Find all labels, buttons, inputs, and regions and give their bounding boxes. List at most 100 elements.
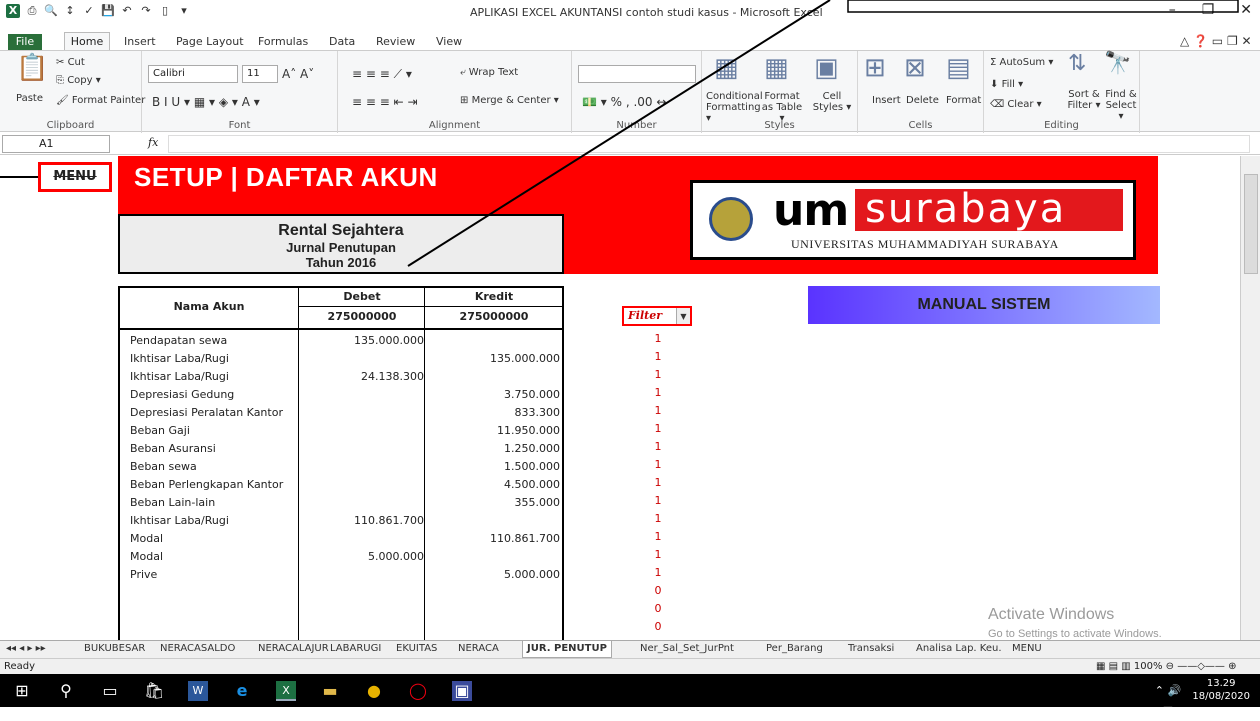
find-icon[interactable]: 🔭 [1104, 51, 1131, 76]
store-icon[interactable]: 🛍 [144, 681, 164, 701]
filter-dropdown[interactable]: Filter ▼ [622, 306, 692, 326]
maximize-button[interactable]: ❐ [1202, 2, 1215, 18]
table-row[interactable]: Depresiasi Gedung 3.750.000 [120, 386, 562, 404]
tab-home[interactable]: Home [64, 32, 110, 50]
account-name-cell[interactable]: Depresiasi Gedung [130, 386, 234, 404]
account-name-cell[interactable]: Beban sewa [130, 458, 197, 476]
table-row[interactable]: Depresiasi Peralatan Kantor 833.300 [120, 404, 562, 422]
kredit-cell[interactable]: 355.000 [426, 494, 561, 512]
kredit-cell[interactable]: 1.250.000 [426, 440, 560, 458]
paste-button[interactable]: Paste [16, 93, 43, 104]
cut-button[interactable]: ✂ Cut [56, 57, 85, 68]
scrollbar-thumb[interactable] [1244, 174, 1258, 274]
paste-icon[interactable]: 📋 [16, 53, 48, 83]
table-row[interactable]: Ikhtisar Laba/Rugi 135.000.000 [120, 350, 562, 368]
debet-cell[interactable] [300, 494, 424, 512]
kredit-cell[interactable] [426, 602, 560, 620]
currency-icon[interactable]: 💵 ▾ % , .00 ↔ [582, 95, 666, 109]
grow-font-icon[interactable]: A˄ A˅ [282, 67, 314, 81]
format-as-table-icon[interactable]: ▦ [764, 53, 789, 83]
number-format-select[interactable] [578, 65, 696, 83]
print-icon[interactable]: ⎙ [25, 4, 39, 18]
kredit-cell[interactable] [426, 368, 560, 386]
filter-flag-cell[interactable]: 0 [638, 600, 678, 618]
kredit-cell[interactable]: 135.000.000 [426, 350, 560, 368]
sheet-tab[interactable]: Ner_Sal_Set_JurPnt [640, 643, 734, 654]
formula-input[interactable] [168, 135, 1250, 153]
debet-cell[interactable] [300, 602, 424, 620]
table-row[interactable]: Beban Perlengkapan Kantor 4.500.000 [120, 476, 562, 494]
kredit-cell[interactable]: 3.750.000 [426, 386, 560, 404]
kredit-cell[interactable]: 5.000.000 [426, 566, 560, 584]
debet-cell[interactable] [300, 584, 424, 602]
manual-sistem-button[interactable]: MANUAL SISTEM [808, 286, 1160, 324]
format-painter-button[interactable]: 🖌 Format Painter [56, 95, 145, 106]
kredit-cell[interactable]: 11.950.000 [426, 422, 560, 440]
kredit-cell[interactable]: 1.500.000 [426, 458, 560, 476]
minimize-button[interactable]: – [1169, 2, 1176, 18]
kredit-cell[interactable]: 833.300 [426, 404, 561, 422]
windows-start-icon[interactable]: ⊞ [12, 681, 32, 701]
task-view-icon[interactable]: ▭ [100, 681, 120, 701]
filter-flag-cell[interactable]: 0 [638, 582, 678, 600]
save-icon[interactable]: 💾 [101, 4, 115, 18]
account-name-cell[interactable]: Pendapatan sewa [130, 332, 227, 350]
debet-cell[interactable]: 5.000.000 [300, 548, 424, 566]
sheet-tab[interactable]: BUKUBESAR [84, 643, 145, 654]
tab-formulas[interactable]: Formulas [258, 35, 308, 48]
format-cells-icon[interactable]: ▤ [946, 53, 971, 83]
filter-flag-cell[interactable]: 1 [638, 366, 678, 384]
insert-function-icon[interactable]: fx [148, 136, 158, 149]
font-name-select[interactable]: Calibri [148, 65, 238, 83]
spelling-icon[interactable]: ✓ [82, 4, 96, 18]
system-tray-icons[interactable]: ⌃ 🔊 ▤ [1148, 681, 1188, 717]
filter-flag-cell[interactable]: 1 [638, 492, 678, 510]
debet-cell[interactable] [300, 386, 424, 404]
bold-italic-underline-buttons[interactable]: B I U ▾ ▦ ▾ ◈ ▾ A ▾ [152, 95, 260, 109]
filter-flag-cell[interactable]: 1 [638, 438, 678, 456]
filter-flag-cell[interactable]: 1 [638, 510, 678, 528]
excel-app-icon[interactable]: X [6, 4, 20, 18]
tab-data[interactable]: Data [329, 35, 355, 48]
table-row[interactable] [120, 584, 562, 602]
format-button[interactable]: Format [946, 95, 981, 106]
excel-taskbar-icon[interactable]: X [276, 681, 296, 701]
word-icon[interactable]: W [188, 681, 208, 701]
debet-cell[interactable] [300, 620, 424, 638]
sheet-tab[interactable]: NERACA [458, 643, 499, 654]
align-top-icon[interactable]: ≡ ≡ ≡ ⟋ ▾ [352, 67, 412, 82]
sheet-tab[interactable]: Analisa Lap. Keu. [916, 643, 1002, 654]
debet-cell[interactable] [300, 422, 424, 440]
fill-button[interactable]: ⬇ Fill ▾ [990, 79, 1023, 90]
debet-cell[interactable] [300, 350, 424, 368]
filter-flag-cell[interactable]: 1 [638, 546, 678, 564]
clear-button[interactable]: ⌫ Clear ▾ [990, 99, 1042, 110]
sheet-tab[interactable]: MENU [1012, 643, 1042, 654]
table-row[interactable]: Beban Lain-lain 355.000 [120, 494, 562, 512]
worksheet-area[interactable]: MENU SETUP | DAFTAR AKUN um surabaya UNI… [0, 156, 1240, 640]
account-name-cell[interactable]: Modal [130, 530, 163, 548]
filter-flag-cell[interactable]: 1 [638, 348, 678, 366]
debet-cell[interactable] [300, 458, 424, 476]
kredit-cell[interactable] [426, 548, 560, 566]
vertical-scrollbar[interactable] [1240, 156, 1260, 640]
search-icon[interactable]: ⚲ [56, 681, 76, 701]
account-name-cell[interactable]: Depresiasi Peralatan Kantor [130, 404, 283, 422]
find-select-button[interactable]: Find & Select ▾ [1102, 89, 1140, 122]
debet-cell[interactable] [300, 566, 424, 584]
kredit-cell[interactable] [426, 620, 560, 638]
file-explorer-icon[interactable]: ▬ [320, 681, 340, 701]
table-row[interactable]: Beban Asuransi 1.250.000 [120, 440, 562, 458]
sort-icon[interactable]: ↕ [63, 4, 77, 18]
filter-flag-cell[interactable]: 1 [638, 456, 678, 474]
table-row[interactable]: Modal 110.861.700 [120, 530, 562, 548]
chevron-down-icon[interactable]: ▼ [676, 308, 690, 324]
filter-flag-cell[interactable]: 1 [638, 384, 678, 402]
sheet-tab[interactable]: LABARUGI [330, 643, 381, 654]
debet-cell[interactable]: 24.138.300 [300, 368, 424, 386]
help-icon[interactable]: △ ❓ ▭ ❐ ✕ [1180, 34, 1252, 48]
tab-insert[interactable]: Insert [124, 35, 156, 48]
account-name-cell[interactable]: Beban Gaji [130, 422, 190, 440]
conditional-formatting-icon[interactable]: ▦ [714, 53, 739, 83]
delete-cells-icon[interactable]: ⊠ [904, 53, 926, 83]
